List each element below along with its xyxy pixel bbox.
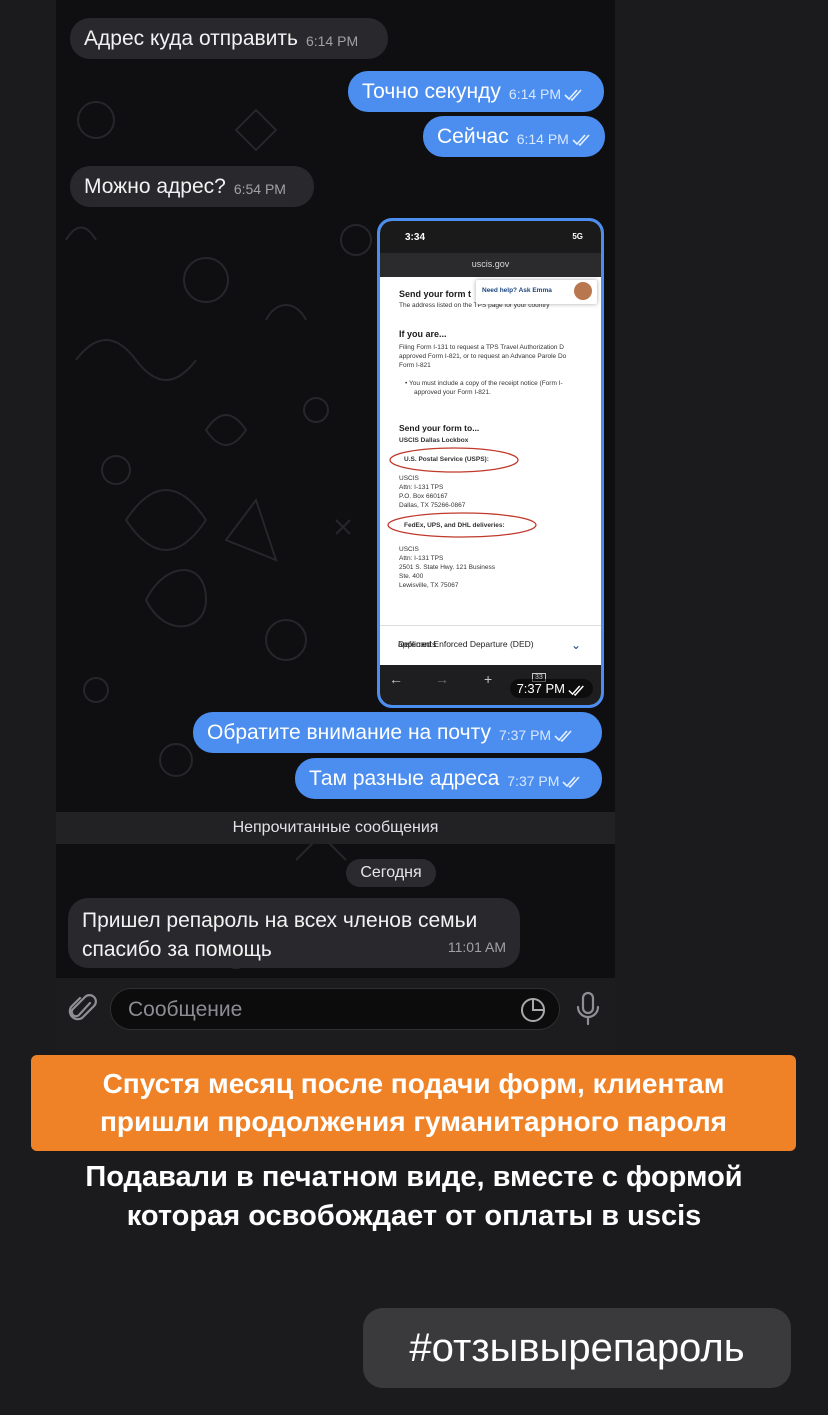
caption-line: Подавали в печатном виде, вместе с формо… xyxy=(85,1161,743,1193)
date-separator: Сегодня xyxy=(346,859,436,887)
message-time: 6:14 PM xyxy=(508,86,562,102)
filing-text: approved Form I-821, or to request an Ad… xyxy=(399,353,567,360)
message-time: 6:14 PM xyxy=(305,33,359,49)
courier-address: Ste. 400 xyxy=(399,573,424,580)
ded-title: applicants xyxy=(398,639,437,649)
courier-address: 2501 S. State Hwy. 121 Business xyxy=(399,564,495,571)
message-time: 6:14 PM xyxy=(516,131,569,147)
usps-address: Attn: I-131 TPS xyxy=(399,484,444,491)
phone-status-bar: 3:34 5G xyxy=(380,221,601,253)
double-check-icon xyxy=(568,685,584,696)
message-text: Можно адрес? xyxy=(84,175,226,198)
help-text: Need help? Ask Emma xyxy=(482,287,552,294)
double-check-icon xyxy=(572,134,590,146)
courier-address: Lewisville, TX 75067 xyxy=(399,582,459,589)
courier-address: USCIS xyxy=(399,546,419,553)
double-check-icon xyxy=(562,776,581,788)
message-outgoing[interactable]: Обратите внимание на почту 7:37 PM xyxy=(193,712,602,753)
message-text: Обратите внимание на почту xyxy=(207,721,491,744)
browser-url-bar: uscis.gov xyxy=(380,253,601,277)
red-circle-annotation xyxy=(387,512,537,538)
screenshot-image-message[interactable]: 3:34 5G uscis.gov Send your form t The a… xyxy=(377,218,604,708)
chat-panel: Адрес куда отправить 6:14 PM Точно секунд… xyxy=(56,0,615,1052)
hashtag-sticker[interactable]: #отзывырепароль xyxy=(363,1308,791,1388)
message-composer: Сообщение xyxy=(56,978,615,1052)
microphone-icon[interactable] xyxy=(574,991,602,1027)
message-text: Точно секунду xyxy=(362,80,501,103)
filing-text: Filing Form I-131 to request a TPS Trave… xyxy=(399,344,564,351)
plus-icon: + xyxy=(484,671,493,687)
forward-arrow-icon: → xyxy=(435,671,449,687)
send-form-heading: Send your form t xyxy=(399,289,472,299)
message-outgoing[interactable]: Там разные адреса 7:37 PM xyxy=(295,758,602,799)
message-text: Адрес куда отправить xyxy=(84,27,298,50)
caption-line: которая освобождает от оплаты в uscis xyxy=(126,1200,702,1232)
message-text: Там разные адреса xyxy=(309,767,500,790)
message-outgoing[interactable]: Точно секунду 6:14 PM xyxy=(348,71,604,112)
message-time: 6:54 PM xyxy=(233,181,286,197)
sticker-icon[interactable] xyxy=(520,997,546,1023)
highlight-caption-banner: Спустя месяц после подачи форм, клиентам… xyxy=(31,1055,796,1151)
lockbox-label: USCIS Dallas Lockbox xyxy=(399,437,469,444)
message-incoming[interactable]: Адрес куда отправить 6:14 PM xyxy=(70,18,388,59)
if-you-are-heading: If you are... xyxy=(399,329,447,339)
unread-messages-divider: Непрочитанные сообщения xyxy=(56,812,615,844)
red-circle-annotation xyxy=(389,447,519,473)
message-time: 7:37 PM xyxy=(507,773,560,789)
caption-line: пришли продолжения гуманитарного пароля xyxy=(100,1106,727,1137)
message-time: 7:37 PM xyxy=(509,679,593,698)
usps-address: P.O. Box 660167 xyxy=(399,493,448,500)
back-arrow-icon: ← xyxy=(389,671,403,687)
browser-url: uscis.gov xyxy=(471,259,510,269)
message-input-placeholder: Сообщение xyxy=(128,998,243,1021)
paperclip-icon[interactable] xyxy=(68,993,98,1025)
filing-text: Form I-821 xyxy=(399,362,431,369)
usps-address: USCIS xyxy=(399,475,419,482)
assistant-avatar xyxy=(574,282,592,300)
help-chat-widget: Need help? Ask Emma xyxy=(476,280,597,304)
message-text: Пришел репароль на всех членов семьи xyxy=(82,909,478,932)
phone-network: 5G xyxy=(572,232,583,241)
courier-address: Attn: I-131 TPS xyxy=(399,555,444,562)
double-check-icon xyxy=(554,730,572,742)
message-time: 7:37 PM xyxy=(498,727,552,743)
message-time: 11:01 AM xyxy=(447,939,506,955)
send-to-heading: Send your form to... xyxy=(399,423,480,433)
message-incoming[interactable]: Пришел репароль на всех членов семьи спа… xyxy=(68,898,520,968)
browser-toolbar: ← → + 33 7:37 PM xyxy=(380,665,601,705)
white-caption: Подавали в печатном виде, вместе с формо… xyxy=(0,1158,828,1236)
caption-line: Спустя месяц после подачи форм, клиентам xyxy=(102,1068,725,1099)
message-incoming[interactable]: Можно адрес? 6:54 PM xyxy=(70,166,314,207)
chevron-down-icon: ⌄ xyxy=(570,638,581,652)
message-outgoing[interactable]: Сейчас 6:14 PM xyxy=(423,116,605,157)
bullet-text: • You must include a copy of the receipt… xyxy=(405,380,563,387)
bullet-text: approved your Form I-821. xyxy=(414,389,491,396)
ded-accordion: Deferred Enforced Departure (DED) applica… xyxy=(380,625,601,667)
message-input[interactable]: Сообщение xyxy=(110,988,560,1030)
message-text: спасибо за помощь xyxy=(82,938,272,961)
phone-status-time: 3:34 xyxy=(405,232,426,243)
double-check-icon xyxy=(564,89,582,101)
message-text: Сейчас xyxy=(437,125,509,148)
uscis-page: Send your form t The address listed on t… xyxy=(380,277,601,669)
